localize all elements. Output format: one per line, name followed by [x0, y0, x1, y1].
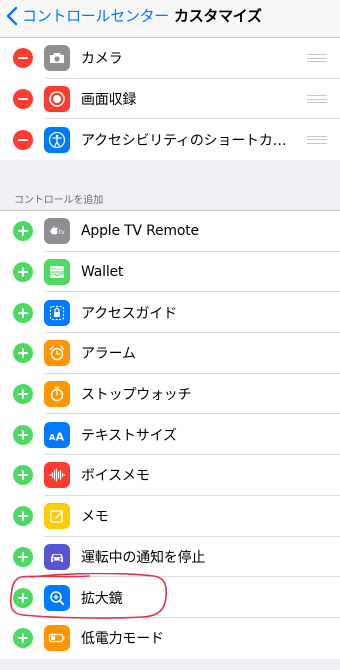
list-item-label: 運転中の通知を停止	[81, 549, 206, 566]
chevron-left-icon	[6, 6, 18, 26]
screen-recording-icon	[44, 86, 70, 113]
svg-text:tv: tv	[59, 229, 65, 236]
back-button-label: コントロールセンター	[22, 7, 170, 25]
list-item-label: Apple TV Remote	[81, 223, 199, 240]
add-button[interactable]	[13, 465, 33, 486]
list-item-label: アクセシビリティのショートカット	[81, 132, 289, 149]
back-button[interactable]: コントロールセンター	[6, 6, 169, 26]
section-header-more-controls: コントロールを追加	[14, 195, 104, 206]
camera-icon	[44, 45, 70, 72]
navigation-bar: コントロールセンター カスタマイズ	[0, 0, 340, 38]
list-item-label: テキストサイズ	[81, 427, 177, 444]
battery-icon	[44, 625, 70, 652]
list-item-label: 拡大鏡	[81, 590, 123, 607]
list-item-apple-tv-remote: tv Apple TV Remote	[0, 211, 340, 252]
list-item-accessibility-shortcut: アクセシビリティのショートカット	[0, 119, 340, 160]
list-item-guided-access: アクセスガイド	[0, 292, 340, 333]
list-item-wallet: Wallet	[0, 252, 340, 293]
list-item-do-not-disturb-while-driving: 運転中の通知を停止	[0, 537, 340, 578]
apple-tv-icon: tv	[44, 218, 70, 245]
remove-button[interactable]	[13, 89, 33, 110]
accessibility-icon	[44, 126, 70, 153]
reorder-handle[interactable]	[307, 135, 327, 144]
list-item-camera: カメラ	[0, 38, 340, 79]
list-item-label: Wallet	[81, 264, 124, 281]
list-item-screen-recording: 画面収録	[0, 79, 340, 120]
list-item-label: アクセスガイド	[81, 305, 177, 322]
list-item-low-power-mode: 低電力モード	[0, 618, 340, 659]
add-button[interactable]	[13, 628, 33, 649]
remove-button[interactable]	[13, 129, 33, 150]
notes-icon	[44, 503, 70, 530]
add-button[interactable]	[13, 546, 33, 567]
list-item-label: 低電力モード	[81, 631, 164, 648]
guided-access-icon	[44, 299, 70, 326]
list-item-notes: メモ	[0, 496, 340, 537]
voice-memo-icon	[44, 462, 70, 489]
add-button[interactable]	[13, 384, 33, 405]
list-item-text-size: AA テキストサイズ	[0, 414, 340, 455]
reorder-handle[interactable]	[307, 54, 327, 63]
add-button[interactable]	[13, 221, 33, 242]
add-button[interactable]	[13, 424, 33, 445]
add-button[interactable]	[13, 587, 33, 608]
car-icon	[44, 543, 70, 570]
list-item-voice-memos: ボイスメモ	[0, 455, 340, 496]
page-title: カスタマイズ	[174, 7, 262, 25]
list-item-stopwatch: ストップウォッチ	[0, 374, 340, 415]
add-button[interactable]	[13, 506, 33, 527]
stopwatch-icon	[44, 381, 70, 408]
list-item-magnifier: 拡大鏡	[0, 577, 340, 618]
included-controls-list: カメラ 画面収録 アクセシビリティのショートカット	[0, 38, 340, 161]
list-item-label: ストップウォッチ	[81, 387, 192, 404]
list-item-alarm: アラーム	[0, 333, 340, 374]
add-button[interactable]	[13, 262, 33, 283]
reorder-handle[interactable]	[307, 95, 327, 104]
list-item-label: メモ	[81, 509, 109, 526]
list-item-label: 画面収録	[81, 92, 137, 109]
alarm-icon	[44, 340, 70, 367]
svg-text:A: A	[56, 430, 65, 443]
list-item-label: アラーム	[81, 346, 136, 363]
magnifier-icon	[44, 584, 70, 611]
text-size-icon: AA	[44, 421, 70, 448]
add-button[interactable]	[13, 302, 33, 323]
remove-button[interactable]	[13, 48, 33, 69]
more-controls-list: tv Apple TV Remote Wallet アクセスガイド アラーム ス…	[0, 210, 340, 659]
list-item-label: ボイスメモ	[81, 468, 150, 485]
wallet-icon	[44, 259, 70, 286]
list-item-label: カメラ	[81, 51, 123, 68]
add-button[interactable]	[13, 343, 33, 364]
